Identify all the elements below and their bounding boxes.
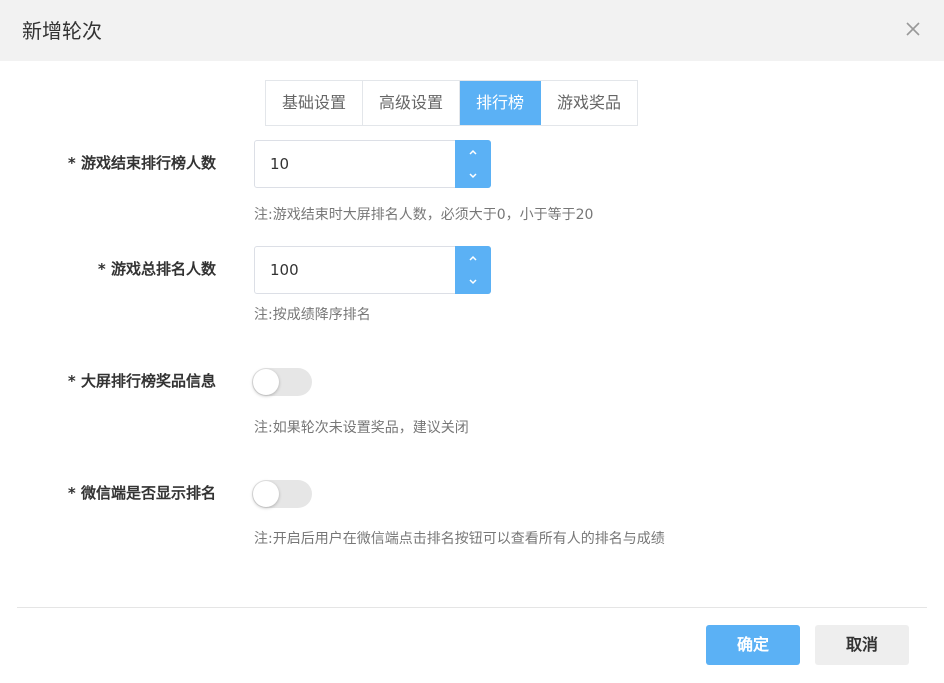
total-rank-count-input[interactable]: 100 xyxy=(254,246,491,294)
screen-prize-info-toggle[interactable] xyxy=(252,368,312,396)
footer-divider xyxy=(17,607,927,608)
tab-advanced-settings[interactable]: 高级设置 xyxy=(363,81,461,125)
dialog-header: 新增轮次 xyxy=(0,0,944,61)
decrement-button[interactable] xyxy=(455,270,491,294)
end-rank-count-input[interactable]: 10 xyxy=(254,140,491,188)
wechat-show-rank-note: 注:开启后用户在微信端点击排名按钮可以查看所有人的排名与成绩 xyxy=(254,531,665,547)
total-rank-count-label: * 游戏总排名人数 xyxy=(97,260,216,278)
toggle-knob xyxy=(253,481,279,507)
chevron-down-icon xyxy=(469,173,477,179)
add-round-dialog: 新增轮次 基础设置 高级设置 排行榜 游戏奖品 * 游戏结束排行榜人数 10 注… xyxy=(0,0,944,683)
wechat-show-rank-toggle[interactable] xyxy=(252,480,312,508)
end-rank-count-label: * 游戏结束排行榜人数 xyxy=(67,154,216,172)
screen-prize-info-label: * 大屏排行榜奖品信息 xyxy=(67,372,216,390)
screen-prize-info-note: 注:如果轮次未设置奖品，建议关闭 xyxy=(254,420,469,436)
decrement-button[interactable] xyxy=(455,164,491,188)
toggle-knob xyxy=(253,369,279,395)
total-rank-count-note: 注:按成绩降序排名 xyxy=(254,307,371,323)
dialog-title: 新增轮次 xyxy=(22,19,102,43)
tab-basic-settings[interactable]: 基础设置 xyxy=(266,81,364,125)
total-rank-count-value: 100 xyxy=(270,261,299,279)
tab-game-prizes[interactable]: 游戏奖品 xyxy=(541,81,638,125)
confirm-button[interactable]: 确定 xyxy=(706,625,800,665)
chevron-up-icon xyxy=(469,149,477,155)
chevron-down-icon xyxy=(469,279,477,285)
tab-leaderboard[interactable]: 排行榜 xyxy=(460,81,542,125)
total-rank-count-stepper xyxy=(455,246,491,294)
increment-button[interactable] xyxy=(455,246,491,270)
increment-button[interactable] xyxy=(455,140,491,164)
end-rank-count-stepper xyxy=(455,140,491,188)
cancel-button[interactable]: 取消 xyxy=(815,625,909,665)
settings-tabs: 基础设置 高级设置 排行榜 游戏奖品 xyxy=(265,80,639,126)
chevron-up-icon xyxy=(469,255,477,261)
close-icon[interactable] xyxy=(902,18,924,40)
end-rank-count-note: 注:游戏结束时大屏排名人数，必须大于0，小于等于20 xyxy=(254,207,594,223)
end-rank-count-value: 10 xyxy=(270,155,290,173)
wechat-show-rank-label: * 微信端是否显示排名 xyxy=(67,484,216,502)
